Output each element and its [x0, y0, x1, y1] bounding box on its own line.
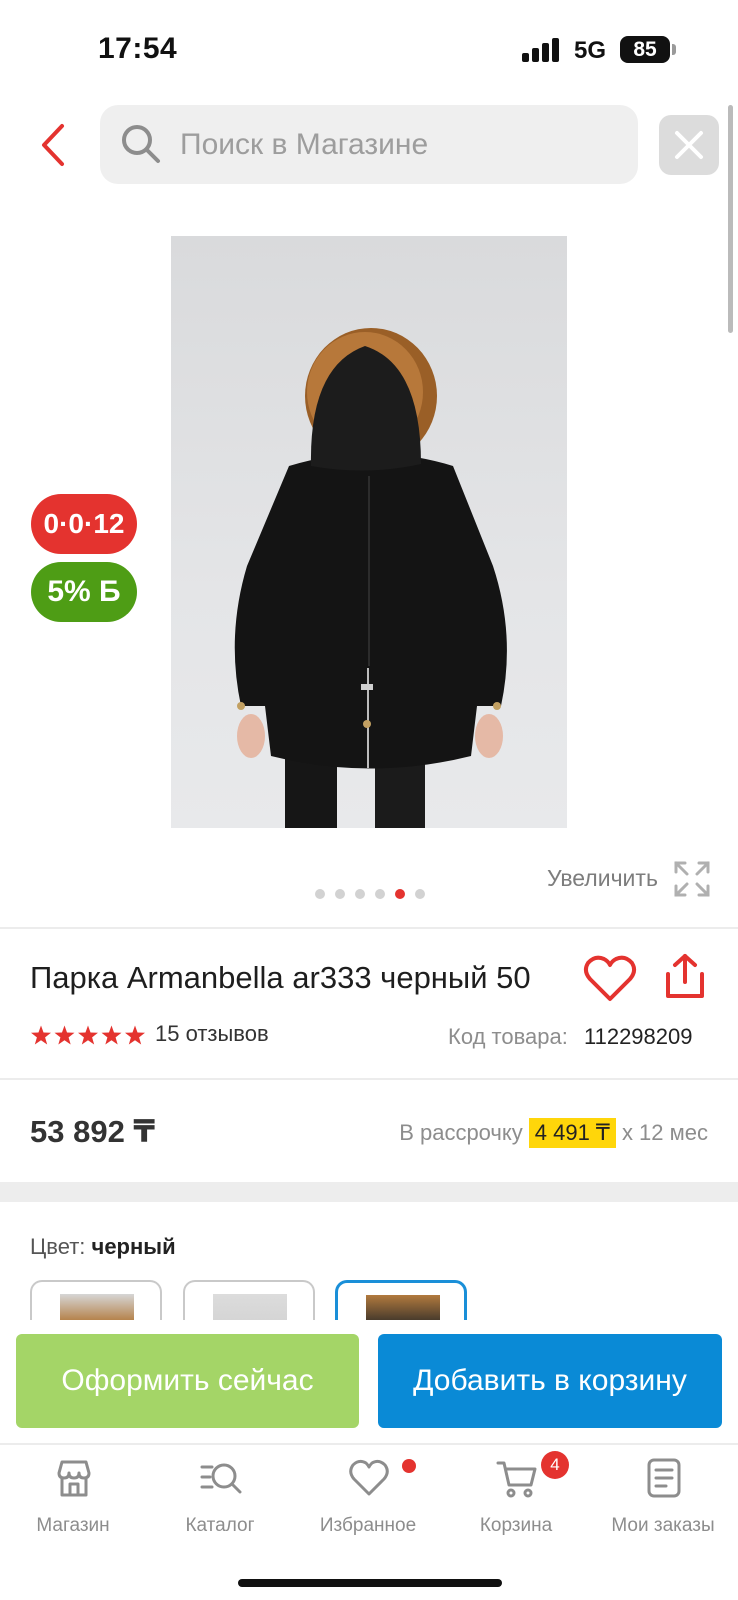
battery-icon: 85: [620, 36, 670, 63]
section-separator: [0, 1182, 738, 1202]
nav-item-cart[interactable]: 4 Корзина: [451, 1445, 581, 1545]
heart-icon: [583, 955, 637, 1001]
color-label-text: Цвет:: [30, 1234, 86, 1259]
clear-search-button[interactable]: [659, 115, 719, 175]
back-button[interactable]: [30, 112, 76, 178]
nav-item-favorites[interactable]: Избранное: [303, 1445, 433, 1545]
divider: [0, 927, 738, 929]
installment-prefix: В рассрочку: [399, 1120, 523, 1145]
color-label: Цвет: черный: [30, 1234, 176, 1260]
gallery-dot[interactable]: [415, 889, 425, 899]
star-icon: [101, 1025, 122, 1045]
product-title: Парка Armanbella ar333 черный 50: [30, 960, 531, 995]
buy-now-button[interactable]: Оформить сейчас: [16, 1334, 359, 1428]
battery-tip: [672, 44, 676, 55]
share-icon: [666, 954, 704, 998]
bonus-badge: 5% Б: [31, 562, 137, 622]
status-time: 17:54: [98, 32, 178, 65]
search-input[interactable]: [180, 105, 620, 184]
home-indicator: [238, 1579, 502, 1587]
star-icon: [54, 1025, 75, 1045]
divider: [0, 1078, 738, 1080]
star-icon: [31, 1025, 51, 1045]
product-image[interactable]: [171, 236, 567, 828]
nav-label: Мои заказы: [611, 1515, 715, 1536]
network-type: 5G: [574, 37, 607, 64]
store-icon: [57, 1460, 91, 1497]
share-button[interactable]: [662, 952, 708, 1000]
scrollbar[interactable]: [728, 105, 733, 333]
nav-label: Магазин: [36, 1515, 110, 1536]
gallery-dot[interactable]: [315, 889, 325, 899]
star-icon: [78, 1025, 98, 1045]
close-icon: [675, 131, 703, 159]
nav-label: Корзина: [479, 1515, 553, 1536]
rating-stars: [31, 1025, 145, 1045]
catalog-search-icon: [200, 1463, 242, 1494]
search-icon: [122, 125, 160, 163]
star-icon: [125, 1025, 145, 1045]
product-code-label: Код товара:: [448, 1024, 568, 1049]
nav-label: Избранное: [319, 1515, 417, 1536]
zoom-label[interactable]: Увеличить: [547, 865, 658, 892]
gallery-dot[interactable]: [335, 889, 345, 899]
installment-badge: 0·0·12: [31, 494, 137, 554]
cart-count-badge: 4: [541, 1451, 569, 1479]
add-to-cart-button[interactable]: Добавить в корзину: [378, 1334, 722, 1428]
installment-info: В рассрочку 4 491 ₸ x 12 мес: [399, 1118, 708, 1148]
gallery-dot-active[interactable]: [395, 889, 405, 899]
search-box[interactable]: [100, 105, 638, 184]
gallery-pagination[interactable]: [315, 889, 425, 903]
gallery-dot[interactable]: [355, 889, 365, 899]
nav-item-store[interactable]: Магазин: [8, 1445, 138, 1545]
status-bar: 17:54 5G 85: [0, 0, 738, 90]
nav-label: Каталог: [185, 1515, 255, 1536]
nav-item-orders[interactable]: Мои заказы: [598, 1445, 728, 1545]
parka-photo: [234, 328, 507, 828]
gallery-dot[interactable]: [375, 889, 385, 899]
color-value: черный: [91, 1234, 176, 1259]
chevron-left-icon: [42, 124, 64, 166]
installment-amount: 4 491 ₸: [528, 1118, 616, 1148]
favorites-dot: [402, 1459, 416, 1473]
orders-icon: [647, 1458, 681, 1498]
cart-icon: [496, 1461, 537, 1498]
nav-item-catalog[interactable]: Каталог: [155, 1445, 285, 1545]
installment-suffix: x 12 мес: [621, 1120, 708, 1145]
expand-icon[interactable]: [673, 860, 711, 898]
reviews-link[interactable]: 15 отзывов: [155, 1021, 269, 1047]
product-code-value: 112298209: [584, 1024, 693, 1049]
favorite-button[interactable]: [583, 955, 637, 1003]
signal-icon: [522, 38, 562, 62]
heart-icon: [349, 1459, 389, 1496]
bottom-nav: Магазин Каталог Избранное 4 Корзина Мои …: [0, 1443, 738, 1600]
price: 53 892 ₸: [30, 1114, 155, 1149]
